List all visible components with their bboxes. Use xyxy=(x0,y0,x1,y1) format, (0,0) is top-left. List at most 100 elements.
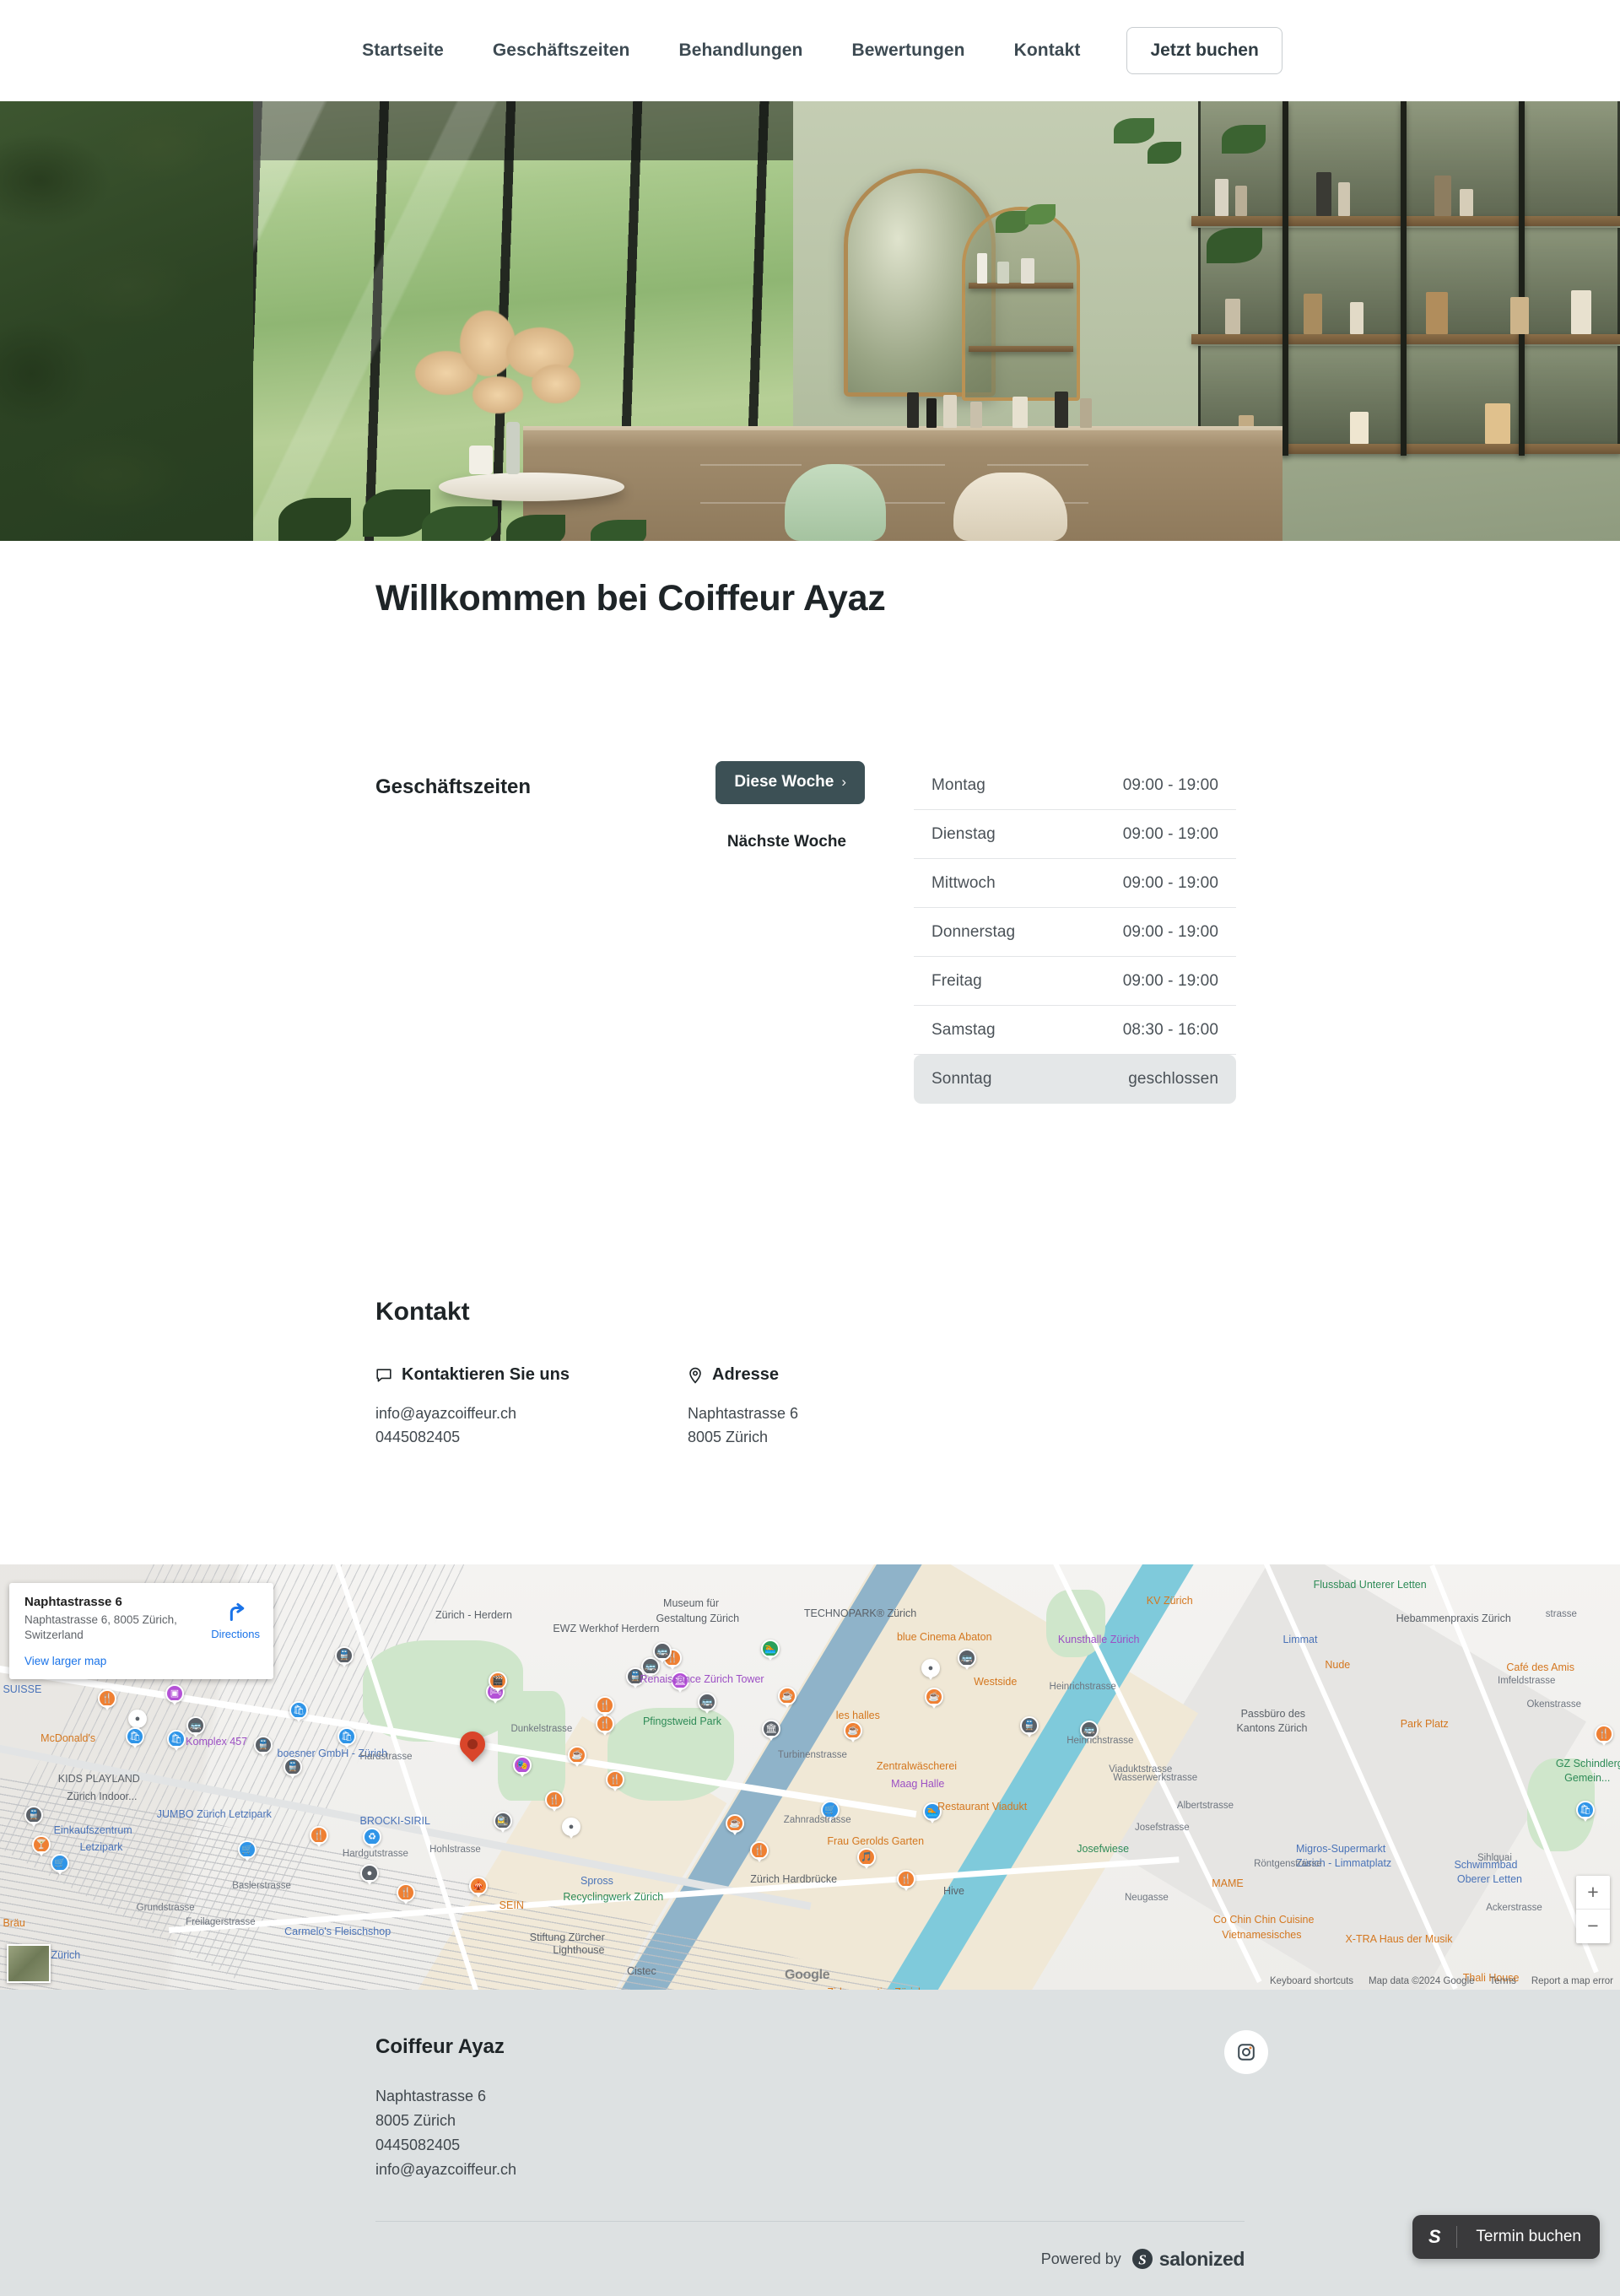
map-pin-spross[interactable]: ♻ xyxy=(363,1827,381,1846)
footer-phone[interactable]: 0445082405 xyxy=(375,2133,1245,2158)
nav-link-bewertungen[interactable]: Bewertungen xyxy=(827,41,989,61)
map-pin-thalihouse[interactable]: 🍴 xyxy=(897,1869,915,1888)
footer-contact-block: Naphtastrasse 6 8005 Zürich 0445082405 i… xyxy=(375,2059,1245,2183)
map-label: SUISSE xyxy=(3,1683,42,1695)
map-pin-transit-12[interactable]: 🚌 xyxy=(653,1641,672,1661)
map-pin-cafedesamis[interactable]: ☕ xyxy=(925,1687,943,1706)
map-pin-transit-3[interactable]: 🚆 xyxy=(284,1757,302,1776)
map-label: MAME xyxy=(1212,1877,1244,1890)
view-larger-map-link[interactable]: View larger map xyxy=(24,1644,204,1667)
map-pin-transit-2[interactable]: 🚆 xyxy=(254,1735,273,1754)
nav-link-geschaeftszeiten[interactable]: Geschäftszeiten xyxy=(468,41,655,61)
map-pin-parkplatz[interactable]: ☕ xyxy=(844,1721,862,1740)
map-pin-transit-8[interactable]: 🚌 xyxy=(958,1648,976,1667)
map-pin-cistec[interactable]: ● xyxy=(360,1863,379,1883)
map-label: Röntgenstrasse xyxy=(1254,1858,1322,1869)
map-label: Gemein... xyxy=(1564,1771,1611,1784)
map-data-credit: Map data ©2024 Google xyxy=(1369,1975,1475,1986)
map-pin-nude[interactable]: ☕ xyxy=(778,1686,796,1705)
google-wordmark: Google xyxy=(785,1967,830,1982)
booking-widget[interactable]: S Termin buchen xyxy=(1412,2215,1600,2259)
map-pin-brau[interactable]: 🍸 xyxy=(32,1834,51,1854)
map-street-view-thumbnail[interactable] xyxy=(7,1943,51,1983)
map-pin-transit-11[interactable]: 🚆 xyxy=(335,1645,354,1665)
map-label: Migros-Supermarkt xyxy=(1295,1843,1386,1856)
map-info-card[interactable]: Naphtastrasse 6 Naphtastrasse 6, 8005 Zü… xyxy=(9,1582,273,1679)
hours-row-freitag: Freitag 09:00 - 19:00 xyxy=(914,957,1236,1006)
salonized-logo[interactable]: S salonized xyxy=(1131,2248,1245,2271)
map-label: Westside xyxy=(974,1676,1018,1688)
map-label: Josefwiese xyxy=(1077,1843,1130,1856)
map-label: Grundstrasse xyxy=(136,1902,195,1913)
map-pin-leshalles[interactable]: 🍴 xyxy=(596,1714,614,1733)
day-label: Montag xyxy=(932,775,986,794)
map-pin-hardbruecke[interactable]: 🚉 xyxy=(494,1811,512,1830)
map-pin-mcdonalds[interactable]: 🍴 xyxy=(98,1688,116,1708)
footer-email[interactable]: info@ayazcoiffeur.ch xyxy=(375,2158,1245,2182)
map-pin-transit-4[interactable]: 🚆 xyxy=(24,1805,43,1824)
day-hours: 09:00 - 19:00 xyxy=(1122,922,1218,941)
map-pin-jumbo[interactable]: 🛍 xyxy=(167,1729,186,1748)
nav-link-startseite[interactable]: Startseite xyxy=(338,41,468,61)
contact-phone[interactable]: 0445082405 xyxy=(375,1426,688,1450)
report-map-error-link[interactable]: Report a map error xyxy=(1531,1976,1613,1986)
day-label: Dienstag xyxy=(932,824,996,843)
map-pin-koenigsstall[interactable]: 🍴 xyxy=(397,1883,415,1902)
map-pin-westside[interactable]: 🍴 xyxy=(596,1695,614,1715)
contact-details: info@ayazcoiffeur.ch 0445082405 xyxy=(375,1385,688,1450)
map-label: Hardstrasse xyxy=(359,1751,413,1762)
map-pin-mame[interactable]: ☕ xyxy=(726,1813,744,1833)
keyboard-shortcuts-link[interactable]: Keyboard shortcuts xyxy=(1270,1976,1353,1986)
location-map[interactable]: 🛒 🍴 ● ▣ 🛍 🛍 🛍 🛍 🚌 🚆 🚆 🚆 🛒 🍸 🛒 🍴 ♻ ● 🎪 🍴 … xyxy=(0,1564,1620,1990)
terms-link[interactable]: Terms xyxy=(1490,1976,1516,1986)
map-pin-sein[interactable]: 🍴 xyxy=(310,1825,328,1845)
map-label: Passbüro des xyxy=(1240,1708,1306,1721)
map-pin-xtra[interactable]: 🎵 xyxy=(857,1847,876,1867)
tab-next-week[interactable]: Nächste Woche xyxy=(709,821,865,864)
map-pin-hive[interactable]: ● xyxy=(562,1817,580,1836)
map-pin-kidsplayland[interactable]: ● xyxy=(128,1709,147,1728)
address-column: Adresse Naphtastrasse 6 8005 Zürich xyxy=(688,1365,966,1450)
map-pin-cochinchin[interactable]: 🍴 xyxy=(750,1840,769,1860)
map-pin-letzipark[interactable]: 🛍 xyxy=(126,1726,144,1746)
map-pin-brocki[interactable]: 🛍 xyxy=(338,1726,356,1746)
map-pin-komplex457[interactable]: ▣ xyxy=(165,1683,184,1703)
nav-link-behandlungen[interactable]: Behandlungen xyxy=(654,41,827,61)
map-label: les halles xyxy=(835,1709,880,1721)
tab-this-week[interactable]: Diese Woche › xyxy=(716,761,865,804)
contact-email[interactable]: info@ayazcoiffeur.ch xyxy=(375,1402,688,1426)
map-pin-maaghalle[interactable]: 🎭 xyxy=(513,1755,532,1775)
map-pin-transit-7[interactable]: 🚌 xyxy=(698,1692,716,1711)
directions-button[interactable]: Directions xyxy=(211,1595,260,1667)
hours-table: Montag 09:00 - 19:00 Dienstag 09:00 - 19… xyxy=(914,761,1236,1104)
map-pin-right-shop[interactable]: 🛍 xyxy=(1576,1800,1595,1819)
map-pin-fraugerolds[interactable]: 🍴 xyxy=(545,1790,564,1809)
map-pin-bluecinema[interactable]: 🎬 xyxy=(489,1671,507,1690)
map-label: Dunkelstrasse xyxy=(510,1723,573,1734)
map-pin-restaurantviadukt[interactable]: 🍴 xyxy=(606,1769,624,1789)
map-pin-carmelo[interactable]: 🛒 xyxy=(238,1840,256,1859)
zoom-out-button[interactable]: − xyxy=(1576,1910,1610,1943)
map-pin-zirkusquartier[interactable]: 🎪 xyxy=(469,1876,488,1895)
zoom-in-button[interactable]: + xyxy=(1576,1876,1610,1910)
nav-link-kontakt[interactable]: Kontakt xyxy=(990,41,1105,61)
map-pin-aldi[interactable]: 🛒 xyxy=(51,1853,69,1872)
map-pin-transit-10[interactable]: 🚆 xyxy=(1020,1715,1039,1735)
map-label: GZ Schindlergut xyxy=(1555,1757,1620,1769)
map-pin-zentralwaescherei[interactable]: ☕ xyxy=(568,1745,586,1764)
map-pin-boesner[interactable]: 🛍 xyxy=(289,1700,308,1720)
map-pin-hebammenpraxis[interactable]: ● xyxy=(921,1658,940,1677)
map-pin-transit-1[interactable]: 🚌 xyxy=(186,1715,205,1735)
contact-heading: Kontakt xyxy=(375,1298,470,1326)
map-pin-icon xyxy=(688,1367,703,1384)
book-now-button[interactable]: Jetzt buchen xyxy=(1126,27,1282,74)
day-hours: geschlossen xyxy=(1128,1070,1218,1088)
map-label: Wasserwerkstrasse xyxy=(1113,1773,1198,1784)
booking-widget-label[interactable]: Termin buchen xyxy=(1457,2228,1600,2246)
map-pin-right-food[interactable]: 🍴 xyxy=(1595,1724,1613,1743)
map-pin-flussbad[interactable]: 🏊 xyxy=(761,1639,780,1658)
instagram-icon[interactable] xyxy=(1224,2029,1268,2074)
map-label: Neugasse xyxy=(1125,1892,1169,1903)
map-pin-passbuero[interactable]: 🏛 xyxy=(762,1719,780,1738)
map-label: Maag Halle xyxy=(891,1777,945,1790)
